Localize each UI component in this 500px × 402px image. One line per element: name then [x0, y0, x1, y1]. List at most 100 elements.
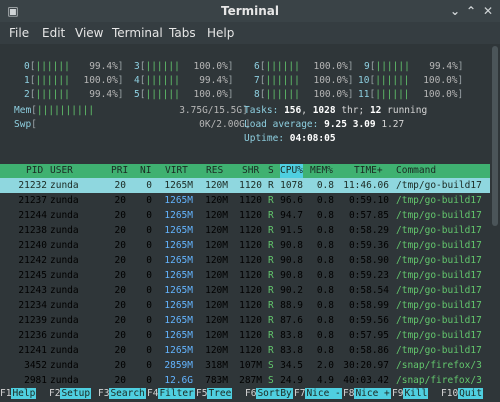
cell-cmd: /snap/firefox/3 [396, 360, 482, 371]
cell-cpu: 90.2 [280, 285, 303, 296]
terminal-window: ▣ Terminal ⌄ ⌃ ✕ File Edit View Terminal… [0, 0, 500, 402]
process-row[interactable]: 21242 zunda 20 0 1265M 120M 1120 R 90.8 0.8 0:58.9… [0, 253, 490, 268]
cell-user: zunda [50, 255, 79, 266]
cpu-meter-4: 4[|||||| 99.4%] [134, 75, 234, 86]
col-time[interactable]: TIME+ [354, 164, 383, 178]
cell-s: R [268, 255, 274, 266]
fkey-sortby[interactable]: F6SortBy [245, 386, 293, 402]
cpu-meter-2: 2[|||||| 99.4%] [24, 89, 124, 100]
minimize-icon[interactable]: ⌄ [448, 4, 462, 18]
cell-user: zunda [50, 360, 79, 371]
cell-shr: 1120 [239, 210, 262, 221]
menu-help[interactable]: Help [207, 22, 234, 44]
cell-pid: 21237 [18, 195, 47, 206]
col-user[interactable]: USER [50, 164, 73, 178]
cell-s: R [268, 285, 274, 296]
process-row[interactable]: 21241 zunda 20 0 1265M 120M 1120 R 83.8 0.8 0:58.8… [0, 343, 490, 358]
col-command[interactable]: Command [396, 164, 436, 178]
menu-tabs[interactable]: Tabs [169, 22, 196, 44]
cell-user: zunda [50, 330, 79, 341]
col-cpu[interactable]: CPU% [280, 164, 303, 178]
process-row[interactable]: 21234 zunda 20 0 1265M 120M 1120 R 88.9 0.8 0:58.9… [0, 298, 490, 313]
col-pri[interactable]: PRI [111, 164, 128, 178]
process-row[interactable]: 21232 zunda 20 0 1265M 120M 1120 R 1078 0.8 11:46.… [0, 178, 490, 193]
fkey-nice[interactable]: F7Nice - [294, 386, 342, 402]
cell-time: 0:57.95 [348, 330, 389, 341]
cell-shr: 1120 [239, 270, 262, 281]
cell-cpu: 88.9 [280, 300, 303, 311]
cell-s: R [268, 330, 274, 341]
cell-pid: 21245 [18, 270, 47, 281]
cell-user: zunda [50, 285, 79, 296]
fkey-quit[interactable]: F10Quit [441, 386, 484, 402]
cell-res: 120M [205, 210, 228, 221]
cell-res: 120M [205, 270, 228, 281]
cell-cpu: 1078 [280, 180, 303, 191]
process-row[interactable]: 21238 zunda 20 0 1265M 120M 1120 R 91.5 0.8 0:58.2… [0, 223, 490, 238]
cpu-meter-5: 5[|||||| 100.0%] [134, 89, 234, 100]
cell-virt: 1265M [164, 240, 193, 251]
cell-pri: 20 [114, 195, 126, 206]
cell-pid: 21240 [18, 240, 47, 251]
cell-virt: 1265M [164, 255, 193, 266]
window-menu-icon[interactable]: ▣ [6, 4, 20, 18]
fkey-help[interactable]: F1Help [0, 386, 37, 402]
process-row[interactable]: 21240 zunda 20 0 1265M 120M 1120 R 90.8 0.8 0:59.3… [0, 238, 490, 253]
cell-s: R [268, 210, 274, 221]
cell-time: 0:57.85 [348, 210, 389, 221]
process-row[interactable]: 21237 zunda 20 0 1265M 120M 1120 R 96.6 0.8 0:59.1… [0, 193, 490, 208]
cell-pid: 21234 [18, 300, 47, 311]
scrollbar-thumb[interactable] [492, 46, 498, 226]
cell-cmd: /tmp/go-build17 [396, 195, 482, 206]
fkey-search[interactable]: F3Search [98, 386, 146, 402]
cell-shr: 1120 [239, 330, 262, 341]
cell-virt: 1265M [164, 180, 193, 191]
menu-edit[interactable]: Edit [42, 22, 65, 44]
process-row[interactable]: 21243 zunda 20 0 1265M 120M 1120 R 90.2 0.8 0:58.5… [0, 283, 490, 298]
cpu-meter-9: 9[|||||| 99.4%] [364, 61, 464, 72]
fkey-nice[interactable]: F8Nice + [343, 386, 391, 402]
cell-time: 0:59.36 [348, 240, 389, 251]
cell-user: zunda [50, 345, 79, 356]
col-ni[interactable]: NI [140, 164, 151, 178]
scrollbar[interactable] [490, 44, 500, 402]
fkey-filter[interactable]: F4Filter [147, 386, 195, 402]
cell-pri: 20 [114, 210, 126, 221]
col-pid[interactable]: PID [26, 164, 43, 178]
menu-view[interactable]: View [75, 22, 103, 44]
menu-file[interactable]: File [9, 22, 29, 44]
cell-mem: 0.8 [316, 270, 334, 281]
cell-pid: 21243 [18, 285, 47, 296]
cell-pri: 20 [114, 345, 126, 356]
cell-pri: 20 [114, 180, 126, 191]
process-row[interactable]: 21244 zunda 20 0 1265M 120M 1120 R 94.7 0.8 0:57.8… [0, 208, 490, 223]
window-title: Terminal [220, 4, 280, 18]
cell-time: 11:46.06 [343, 180, 389, 191]
cell-cpu: 90.8 [280, 240, 303, 251]
col-mem[interactable]: MEM% [310, 164, 333, 178]
tasks-summary: Tasks: 156, 1028 thr; 12 running [244, 105, 428, 116]
cell-cmd: /tmp/go-build17 [396, 240, 482, 251]
col-shr[interactable]: SHR [242, 164, 259, 178]
close-icon[interactable]: ✕ [481, 4, 495, 18]
process-row[interactable]: 21239 zunda 20 0 1265M 120M 1120 R 87.6 0.8 0:59.5… [0, 313, 490, 328]
cpu-meter-10: 10[|||||| 100.0%] [358, 75, 464, 86]
cell-time: 0:59.23 [348, 270, 389, 281]
process-row[interactable]: 21245 zunda 20 0 1265M 120M 1120 R 90.8 0.8 0:59.2… [0, 268, 490, 283]
fkey-tree[interactable]: F5Tree [196, 386, 233, 402]
menu-bar: File Edit View Terminal Tabs Help [0, 22, 500, 44]
col-res[interactable]: RES [206, 164, 223, 178]
col-virt[interactable]: VIRT [165, 164, 188, 178]
cell-ni: 0 [146, 255, 152, 266]
cell-virt: 1265M [164, 225, 193, 236]
maximize-icon[interactable]: ⌃ [464, 4, 478, 18]
fkey-kill[interactable]: F9Kill [392, 386, 429, 402]
cell-mem: 0.8 [316, 240, 334, 251]
col-s[interactable]: S [268, 164, 274, 178]
process-table-header[interactable]: PID USER PRI NI VIRT RES SHR S CPU% MEM%… [0, 164, 490, 178]
menu-terminal[interactable]: Terminal [112, 22, 163, 44]
cell-pid: 21236 [18, 330, 47, 341]
fkey-setup[interactable]: F2Setup [49, 386, 92, 402]
process-row[interactable]: 21236 zunda 20 0 1265M 120M 1120 R 83.8 0.8 0:57.9… [0, 328, 490, 343]
process-row[interactable]: 3452 zunda 20 0 2859M 318M 107M S 34.5 2.0 30:20.9… [0, 358, 490, 373]
